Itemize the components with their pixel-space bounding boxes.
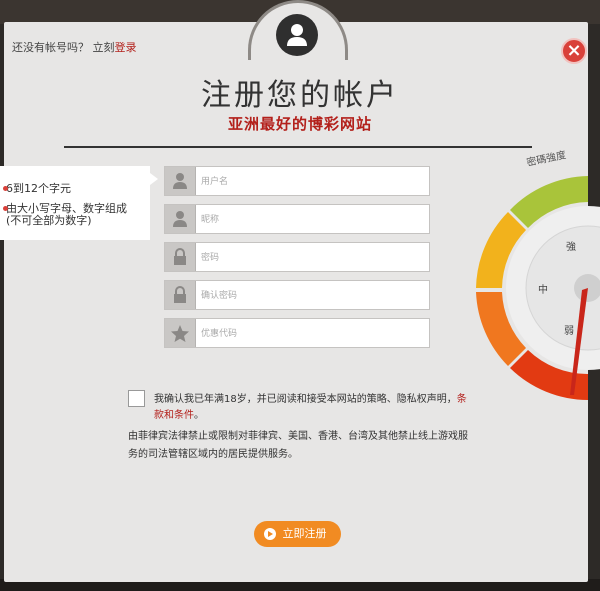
age-confirm-checkbox[interactable] [128, 390, 145, 407]
strength-level-weak: 弱 [564, 325, 574, 337]
username-input[interactable] [199, 171, 423, 193]
nickname-field [164, 204, 430, 234]
password-field [164, 242, 430, 272]
play-icon [264, 528, 276, 540]
username-field [164, 166, 430, 196]
terms-statement: 我确认我已年满18岁，并已阅读和接受本网站的策略、隐私权声明， [154, 394, 457, 405]
star-icon [165, 319, 196, 347]
user-avatar-icon [287, 24, 307, 46]
hint-rule-length-text: 6到12个字元 [6, 182, 71, 195]
hint-rule-chars: 由大小写字母、数字组成 (不可全部为数字) [3, 203, 127, 227]
jurisdiction-disclaimer: 由菲律宾法律禁止或限制对菲律宾、美国、香港、台湾及其他禁止线上游戏服务的司法管辖… [128, 431, 468, 460]
register-button[interactable]: 立即注册 [254, 521, 341, 547]
promo-code-input[interactable] [199, 323, 423, 345]
hint-bullet [3, 206, 8, 211]
password-strength-meter: 強 中 弱 [476, 176, 600, 400]
user-icon [165, 205, 196, 233]
user-icon [165, 167, 196, 195]
strength-level-medium: 中 [538, 283, 548, 296]
login-link[interactable]: 登录 [115, 41, 137, 54]
promo-code-field [164, 318, 430, 348]
title-divider [64, 146, 532, 148]
strength-level-strong: 強 [566, 240, 576, 253]
login-prompt: 还没有帐号吗？ 立刻登录 [12, 39, 137, 55]
page-subtitle: 亚洲最好的博彩网站 [227, 115, 372, 133]
close-button[interactable]: × [561, 38, 587, 64]
terms-suffix: 。 [194, 410, 204, 421]
password-input[interactable] [199, 247, 423, 269]
lock-icon [165, 243, 196, 271]
nickname-input[interactable] [199, 209, 423, 231]
terms-text: 我确认我已年满18岁，并已阅读和接受本网站的策略、隐私权声明，条款和条件。 [154, 392, 474, 424]
register-button-label: 立即注册 [282, 527, 327, 540]
confirm-password-field [164, 280, 430, 310]
hint-rule-chars-note: (不可全部为数字) [6, 214, 92, 227]
password-hint-tooltip: 6到12个字元 由大小写字母、数字组成 (不可全部为数字) [0, 166, 150, 240]
page-title: 注册您的帐户 [201, 78, 399, 113]
lock-icon [165, 281, 196, 309]
login-prompt-text: 还没有帐号吗？ 立刻 [12, 41, 115, 54]
avatar [276, 14, 318, 56]
hint-bullet [3, 186, 8, 191]
confirm-password-input[interactable] [199, 285, 423, 307]
hint-rule-length: 6到12个字元 [3, 182, 71, 195]
hint-arrow [150, 173, 158, 185]
